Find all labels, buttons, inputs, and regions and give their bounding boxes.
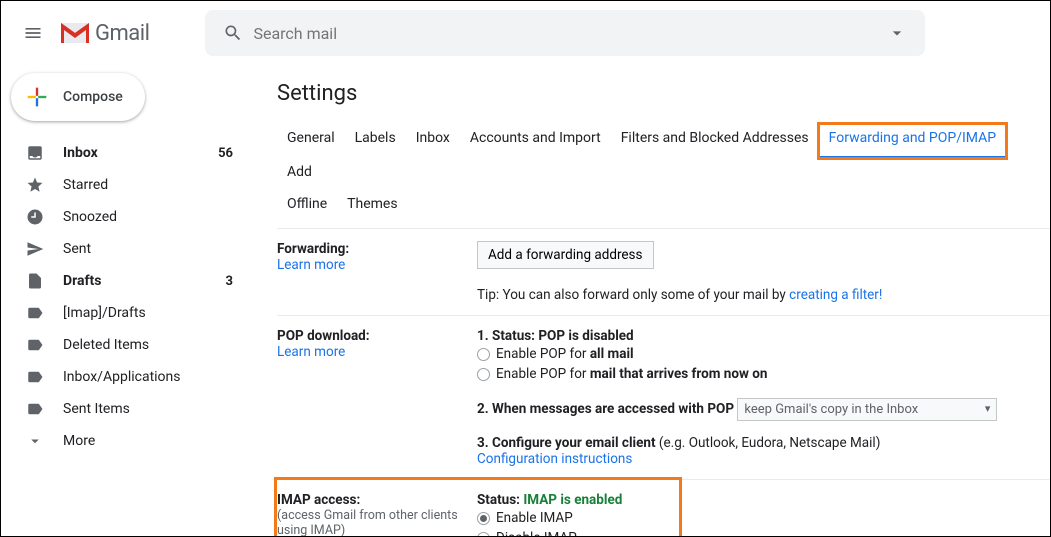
add-forwarding-address-button[interactable]: Add a forwarding address bbox=[477, 241, 654, 269]
pop-enable-new-radio[interactable]: Enable POP for mail that arrives from no… bbox=[477, 364, 1040, 384]
gmail-logo[interactable]: Gmail bbox=[59, 21, 149, 46]
imap-disable-radio[interactable]: Disable IMAP bbox=[477, 528, 622, 536]
sidebar-item-inbox[interactable]: Inbox56 bbox=[1, 137, 249, 169]
tag-icon bbox=[25, 367, 45, 387]
sidebar-item-sent[interactable]: Sent bbox=[1, 233, 249, 265]
sidebar-item-label: Snoozed bbox=[63, 209, 233, 225]
compose-button[interactable]: Compose bbox=[11, 73, 145, 121]
tab-offline[interactable]: Offline bbox=[277, 190, 337, 222]
compose-label: Compose bbox=[63, 89, 123, 105]
pop-status-label: 1. Status: bbox=[477, 328, 538, 344]
sidebar-item-more[interactable]: More bbox=[1, 425, 249, 457]
sidebar-item-label: Inbox/Applications bbox=[63, 369, 233, 385]
search-button[interactable] bbox=[213, 13, 253, 53]
pop-heading: POP download: bbox=[277, 328, 467, 344]
sidebar-item-label: Sent bbox=[63, 241, 233, 257]
pop-access-select[interactable]: keep Gmail's copy in the Inbox bbox=[737, 398, 997, 421]
chevron-down-icon bbox=[25, 431, 45, 451]
imap-heading: IMAP access: bbox=[277, 492, 467, 508]
clock-icon bbox=[25, 207, 45, 227]
tab-filters-and-blocked-addresses[interactable]: Filters and Blocked Addresses bbox=[611, 124, 819, 158]
star-icon bbox=[25, 175, 45, 195]
inbox-icon bbox=[25, 143, 45, 163]
search-options-button[interactable] bbox=[877, 13, 917, 53]
sidebar-item-label: [Imap]/Drafts bbox=[63, 305, 233, 321]
main-menu-button[interactable] bbox=[9, 9, 57, 57]
pop-learn-more-link[interactable]: Learn more bbox=[277, 344, 345, 360]
tab-forwarding-and-pop-imap[interactable]: Forwarding and POP/IMAP bbox=[819, 124, 1006, 158]
sidebar-item-label: Inbox bbox=[63, 145, 218, 161]
hamburger-icon bbox=[23, 23, 43, 43]
tab-inbox[interactable]: Inbox bbox=[406, 124, 460, 158]
sidebar-item-drafts[interactable]: Drafts3 bbox=[1, 265, 249, 297]
app-header: Gmail bbox=[1, 1, 1050, 65]
search-bar bbox=[205, 10, 925, 56]
sidebar-item-label: More bbox=[63, 433, 233, 449]
gmail-icon bbox=[59, 21, 91, 45]
tab-accounts-and-import[interactable]: Accounts and Import bbox=[460, 124, 611, 158]
sidebar-item--imap-drafts[interactable]: [Imap]/Drafts bbox=[1, 297, 249, 329]
pop-section: POP download: Learn more 1. Status: POP … bbox=[277, 316, 1050, 480]
imap-status-value: IMAP is enabled bbox=[523, 492, 622, 508]
sidebar-item-label: Deleted Items bbox=[63, 337, 233, 353]
tag-icon bbox=[25, 303, 45, 323]
send-icon bbox=[25, 239, 45, 259]
imap-section: IMAP access: (access Gmail from other cl… bbox=[277, 480, 1050, 537]
imap-status-label: Status: bbox=[477, 492, 523, 508]
tab-themes[interactable]: Themes bbox=[337, 190, 407, 222]
file-icon bbox=[25, 271, 45, 291]
sidebar-item-count: 56 bbox=[218, 146, 233, 161]
sidebar-item-label: Drafts bbox=[63, 273, 226, 289]
tab-labels[interactable]: Labels bbox=[345, 124, 406, 158]
pop-status-value: POP is disabled bbox=[538, 328, 633, 344]
settings-tabs: GeneralLabelsInboxAccounts and ImportFil… bbox=[277, 124, 1050, 222]
caret-down-icon bbox=[887, 23, 907, 43]
pop-config-instructions-link[interactable]: Configuration instructions bbox=[477, 451, 632, 467]
sidebar-item-sent-items[interactable]: Sent Items bbox=[1, 393, 249, 425]
tab-general[interactable]: General bbox=[277, 124, 345, 158]
sidebar-item-label: Sent Items bbox=[63, 401, 233, 417]
create-filter-link[interactable]: creating a filter! bbox=[789, 287, 882, 303]
forwarding-learn-more-link[interactable]: Learn more bbox=[277, 257, 345, 273]
imap-subtext: (access Gmail from other clients using I… bbox=[277, 508, 467, 536]
sidebar-item-label: Starred bbox=[63, 177, 233, 193]
sidebar-item-starred[interactable]: Starred bbox=[1, 169, 249, 201]
pop-enable-all-radio[interactable]: Enable POP for all mail bbox=[477, 344, 1040, 364]
forwarding-heading: Forwarding: bbox=[277, 241, 467, 257]
tag-icon bbox=[25, 335, 45, 355]
tag-icon bbox=[25, 399, 45, 419]
imap-enable-radio[interactable]: Enable IMAP bbox=[477, 508, 622, 528]
sidebar-item-snoozed[interactable]: Snoozed bbox=[1, 201, 249, 233]
gmail-logo-text: Gmail bbox=[95, 21, 149, 46]
search-input[interactable] bbox=[253, 24, 877, 43]
plus-icon bbox=[23, 83, 51, 111]
sidebar-item-count: 3 bbox=[226, 274, 233, 289]
page-title: Settings bbox=[277, 81, 1050, 106]
settings-panel: Settings GeneralLabelsInboxAccounts and … bbox=[249, 65, 1050, 536]
forwarding-tip-text: Tip: You can also forward only some of y… bbox=[477, 287, 789, 303]
sidebar: Compose Inbox56 Starred Snoozed Sent Drafts3… bbox=[1, 65, 249, 536]
forwarding-section: Forwarding: Learn more Add a forwarding … bbox=[277, 229, 1050, 316]
tab-add[interactable]: Add bbox=[277, 158, 322, 190]
sidebar-item-inbox-applications[interactable]: Inbox/Applications bbox=[1, 361, 249, 393]
search-icon bbox=[223, 23, 243, 43]
nav-list: Inbox56 Starred Snoozed Sent Drafts3 [Imap]/D… bbox=[1, 137, 249, 457]
sidebar-item-deleted-items[interactable]: Deleted Items bbox=[1, 329, 249, 361]
